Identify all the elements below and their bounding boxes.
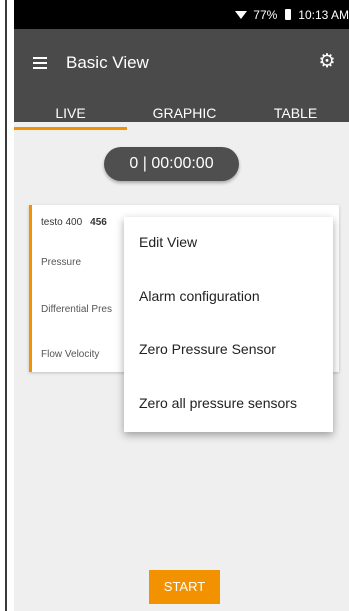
row-label-differential-pressure: Differential Pres [41,304,112,315]
tab-table[interactable]: TABLE [242,95,349,122]
menu-item-alarm-configuration[interactable]: Alarm configuration [139,288,260,304]
phone-screen: 77% 10:13 AM Basic View ⚙ LIVE GRAPHIC T… [14,0,349,611]
row-label-pressure: Pressure [41,257,82,268]
device-name: testo 400 [41,217,83,228]
menu-item-edit-view[interactable]: Edit View [139,234,197,250]
tab-bar: LIVE GRAPHIC TABLE [14,95,349,130]
wifi-icon [235,10,248,19]
start-button[interactable]: START [149,570,220,604]
device-serial: 456 [90,217,107,228]
window-frame-line [5,0,7,611]
battery-icon [285,9,292,20]
status-bar: 77% 10:13 AM [14,0,349,29]
menu-item-zero-all-pressure-sensors[interactable]: Zero all pressure sensors [139,395,297,411]
row-label-flow-velocity: Flow Velocity [41,349,100,360]
page-title: Basic View [66,53,149,72]
timer-display: 0 | 00:00:00 [104,147,239,181]
battery-percent: 77% [253,7,278,22]
gear-icon[interactable]: ⚙ [316,51,338,73]
app-bar: Basic View ⚙ LIVE GRAPHIC TABLE [14,29,349,130]
tab-live[interactable]: LIVE [14,95,127,130]
toolbar: Basic View ⚙ [14,29,349,95]
hamburger-menu-icon[interactable] [33,57,47,69]
card-header: testo 400 456 [41,217,107,228]
context-menu: Edit View Alarm configuration Zero Press… [124,217,333,432]
clock: 10:13 AM [298,7,349,22]
menu-item-zero-pressure-sensor[interactable]: Zero Pressure Sensor [139,341,276,357]
tab-graphic[interactable]: GRAPHIC [127,95,242,122]
